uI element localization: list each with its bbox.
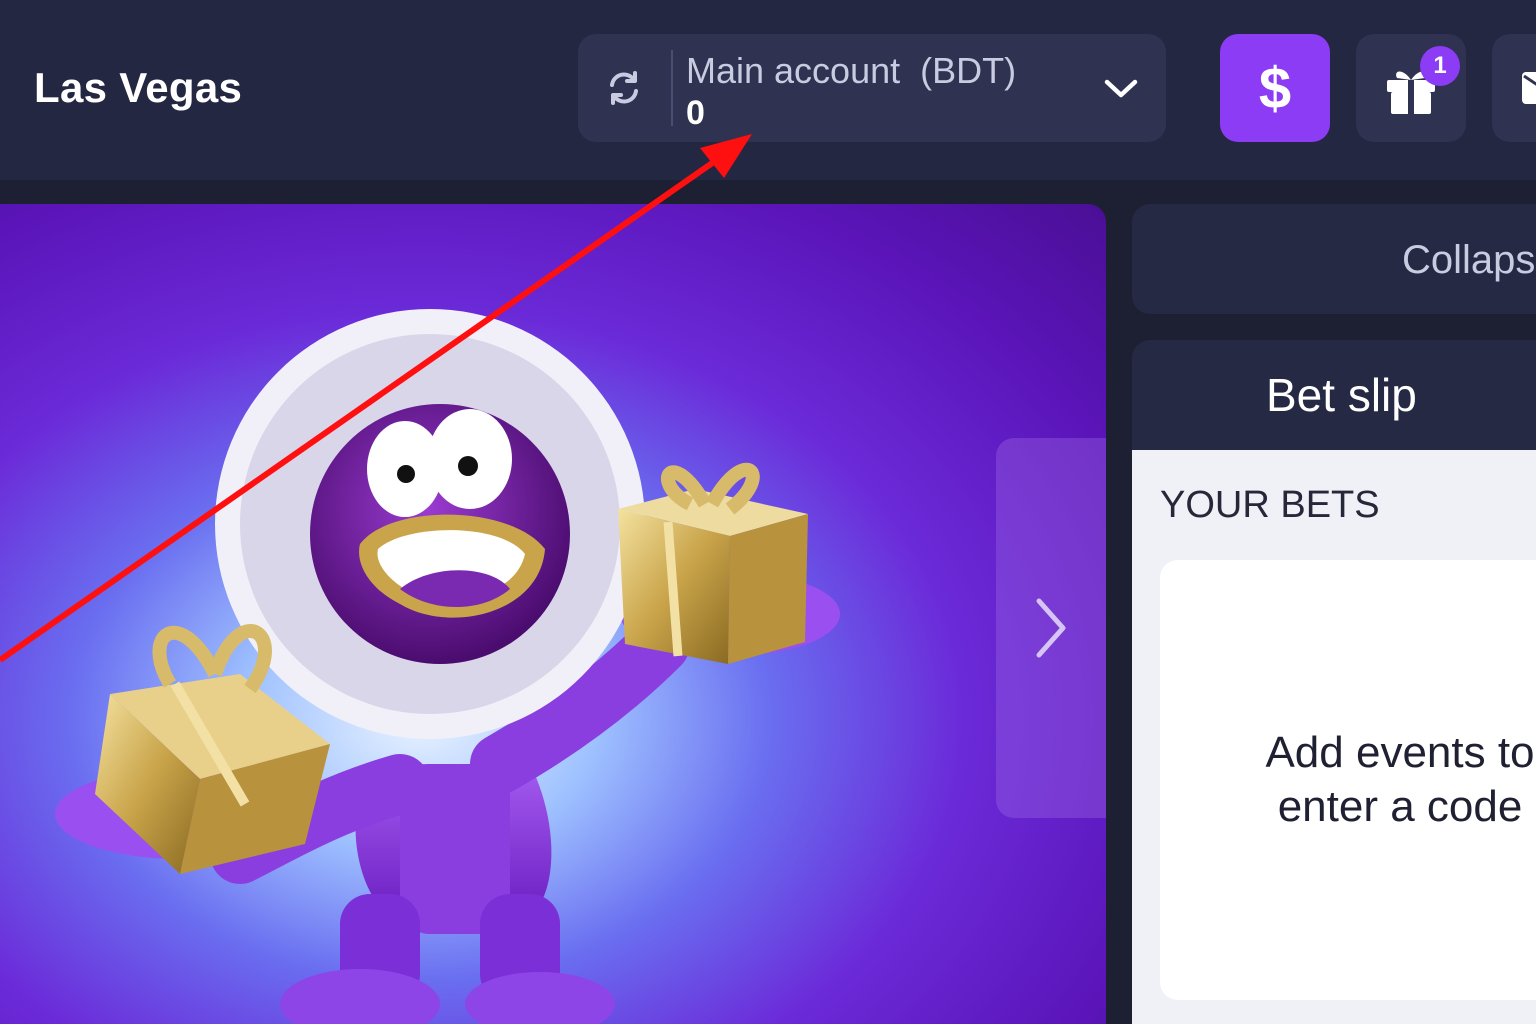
banner-next-button[interactable] bbox=[996, 438, 1106, 818]
bet-slip-body: YOUR BETS Add events to enter a code bbox=[1132, 450, 1536, 1024]
dollar-icon: $ bbox=[1258, 55, 1292, 121]
empty-bets-message: Add events to enter a code bbox=[1160, 726, 1536, 834]
site-title: Las Vegas bbox=[34, 64, 243, 111]
tab-bet-slip[interactable]: Bet slip bbox=[1132, 340, 1536, 450]
mascot bbox=[55, 309, 840, 1024]
collapse-button[interactable]: Collaps bbox=[1132, 204, 1536, 314]
gift-box bbox=[618, 462, 808, 664]
empty-bets-card: Add events to enter a code bbox=[1160, 560, 1536, 1000]
gifts-button[interactable]: 1 bbox=[1356, 34, 1466, 142]
refresh-balance-button[interactable] bbox=[600, 64, 648, 112]
account-divider bbox=[671, 50, 673, 126]
bet-slip-panel: Bet slip YOUR BETS Add events to enter a… bbox=[1132, 340, 1536, 1024]
app-root: Las Vegas Main account (BDT) 0 $ 1 Colla… bbox=[0, 0, 1536, 1024]
chevron-down-icon[interactable] bbox=[1100, 70, 1142, 106]
account-balance: 0 bbox=[686, 94, 705, 132]
empty-message-line-2: enter a code bbox=[1277, 782, 1523, 831]
your-bets-heading: YOUR BETS bbox=[1160, 484, 1380, 526]
account-selector[interactable]: Main account (BDT) 0 bbox=[578, 34, 1166, 142]
messages-button[interactable] bbox=[1492, 34, 1536, 142]
account-label: Main account (BDT) bbox=[686, 50, 1017, 91]
empty-message-line-1: Add events to bbox=[1265, 728, 1535, 777]
mail-icon bbox=[1522, 72, 1536, 104]
refresh-icon bbox=[610, 71, 638, 105]
collapse-label: Collaps bbox=[1402, 238, 1536, 282]
banner-illustration bbox=[55, 309, 840, 1024]
top-header: Las Vegas Main account (BDT) 0 $ 1 bbox=[0, 0, 1536, 180]
promo-banner[interactable] bbox=[0, 204, 1106, 1024]
deposit-button[interactable]: $ bbox=[1220, 34, 1330, 142]
bet-slip-title: Bet slip bbox=[1266, 369, 1417, 421]
chevron-right-icon bbox=[1036, 598, 1066, 658]
gift-count-badge: 1 bbox=[1420, 46, 1460, 86]
